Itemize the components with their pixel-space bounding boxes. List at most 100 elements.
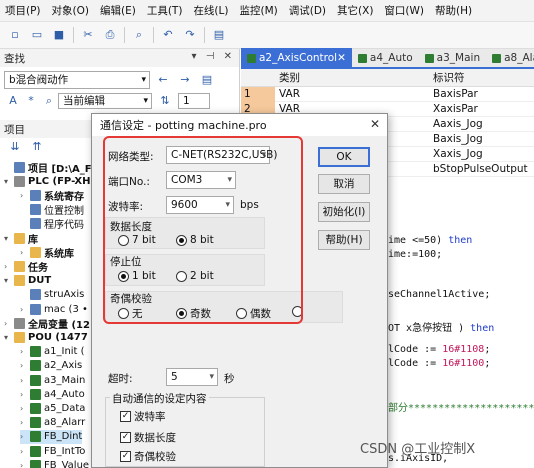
tree-item[interactable]: ▾ PLC (FP-XH (4, 174, 91, 188)
menu-item[interactable]: 编辑(E) (100, 3, 136, 18)
help-button[interactable]: 帮助(H) (318, 230, 370, 250)
tree-item[interactable]: › 系统寄存 (20, 188, 84, 203)
tree-item-label: a1_Init ( (44, 346, 85, 358)
tree-item[interactable]: › a1_Init ( (20, 345, 85, 359)
menu-item[interactable]: 其它(X) (337, 3, 373, 18)
undo-icon[interactable]: ↶ (161, 28, 175, 42)
chevron-down-icon[interactable]: ▾ (4, 177, 14, 186)
dialog-title-bar: 通信设定 - potting machine.pro ✕ (92, 114, 387, 136)
tree-item[interactable]: ▾ DUT (4, 274, 51, 288)
table-row[interactable]: 1 VAR BaxisPar (241, 86, 534, 102)
chevron-down-icon[interactable]: ▾ (143, 94, 148, 108)
print-icon[interactable]: ⎙ (103, 28, 117, 42)
chevron-right-icon[interactable]: › (20, 347, 30, 356)
tree-collapse-icon[interactable]: ⇈ (30, 140, 44, 154)
tree-item[interactable]: ▾ 库 (4, 231, 38, 246)
chevron-right-icon[interactable]: › (20, 447, 30, 456)
table-cell: Xaxis_Jog (433, 148, 483, 160)
new-icon[interactable]: ▫ (8, 28, 22, 42)
find-count-field[interactable]: 1 (178, 93, 210, 109)
chevron-right-icon[interactable]: › (20, 390, 30, 399)
chevron-right-icon[interactable]: › (20, 404, 30, 413)
pou-icon (30, 346, 41, 358)
tree-item[interactable]: ▾ POU (1477 (4, 330, 88, 344)
save-icon[interactable]: ■ (52, 28, 66, 42)
editor-tab[interactable]: a3_Main (419, 48, 486, 68)
cut-icon[interactable]: ✂ (81, 28, 95, 42)
menu-item[interactable]: 工具(T) (147, 3, 183, 18)
ok-button[interactable]: OK (318, 147, 370, 167)
editor-tab[interactable]: a4_Auto (352, 48, 419, 68)
regex-icon[interactable]: * (24, 94, 38, 108)
close-icon[interactable]: ✕ (370, 117, 380, 131)
timeout-select[interactable]: 5 ▾ (166, 368, 218, 386)
cancel-button[interactable]: 取消 (318, 174, 370, 194)
tree-item[interactable]: struAxis (20, 288, 84, 302)
tree-item-label: a3_Main (44, 374, 86, 386)
chevron-right-icon[interactable]: › (20, 248, 30, 257)
menu-item[interactable]: 监控(M) (239, 3, 277, 18)
chevron-right-icon[interactable]: › (20, 418, 30, 427)
pane-pin-close-icons[interactable]: ▾ ⊣ ✕ (192, 51, 235, 62)
find-next-icon[interactable]: → (178, 73, 192, 87)
chevron-right-icon[interactable]: › (4, 262, 14, 271)
chevron-right-icon[interactable]: › (4, 319, 14, 328)
auto-data-length-checkbox[interactable]: ✓ 数据长度 (120, 430, 176, 445)
chevron-right-icon[interactable]: › (20, 432, 30, 441)
editor-tab[interactable]: a2_AxisControl ✕ (241, 48, 352, 68)
menu-item[interactable]: 在线(L) (193, 3, 228, 18)
find-search-input[interactable]: b混合阀动作 ▾ (4, 71, 150, 89)
chevron-down-icon[interactable]: ▾ (141, 72, 146, 88)
pou-icon (357, 53, 367, 63)
menu-item[interactable]: 窗口(W) (384, 3, 424, 18)
menu-item[interactable]: 调试(D) (289, 3, 326, 18)
tree-item[interactable]: › FB_Value (20, 458, 89, 468)
tree-item[interactable]: › mac (3 • (20, 302, 88, 316)
chevron-right-icon[interactable]: › (20, 191, 30, 200)
tree-item[interactable]: › a5_Data (20, 401, 85, 415)
chevron-right-icon[interactable]: › (20, 305, 30, 314)
compile-icon[interactable]: ▤ (212, 28, 226, 42)
chevron-right-icon[interactable]: › (20, 361, 30, 370)
tree-expand-icon[interactable]: ⇊ (8, 140, 22, 154)
chevron-down-icon[interactable]: ▾ (4, 276, 14, 285)
tree-item[interactable]: › a3_Main (20, 373, 85, 387)
replace-icon[interactable]: ⌕ (42, 94, 56, 108)
tree-item[interactable]: › a4_Auto (20, 387, 85, 401)
find-previous-icon[interactable]: ← (156, 73, 170, 87)
tree-item[interactable]: › a2_Axis (20, 359, 82, 373)
search-icon[interactable]: ⌕ (132, 28, 146, 42)
chevron-down-icon[interactable]: ▾ (4, 234, 14, 243)
chevron-right-icon[interactable]: › (20, 461, 30, 468)
sort-icon[interactable]: ⇅ (158, 94, 172, 108)
tree-item[interactable]: › 全局变量 (12 (4, 316, 90, 331)
auto-parity-checkbox[interactable]: ✓ 奇偶校验 (120, 449, 176, 464)
tree-item[interactable]: › 任务 (4, 259, 48, 274)
find-search-row: b混合阀动作 ▾ ← → ▤ (4, 71, 236, 89)
chevron-down-icon: ▾ (209, 372, 214, 382)
code-line: OT x急停按钮 ) then (388, 323, 495, 334)
auto-baud-checkbox[interactable]: ✓ 波特率 (120, 409, 166, 424)
tree-item[interactable]: 位置控制 (20, 203, 84, 217)
chevron-down-icon[interactable]: ▾ (4, 333, 14, 342)
open-icon[interactable]: ▭ (30, 28, 44, 42)
initialize-button[interactable]: 初始化(I) (318, 202, 370, 222)
tree-item[interactable]: › FB_Dint (20, 429, 83, 444)
close-tab-icon[interactable]: ✕ (337, 52, 346, 64)
table-cell: VAR (279, 88, 300, 100)
tree-item[interactable]: › a8_Alarr (20, 416, 85, 430)
case-icon[interactable]: A (6, 94, 20, 108)
chevron-right-icon[interactable]: › (20, 376, 30, 385)
tree-item[interactable]: 程序代码 (20, 217, 84, 231)
redo-icon[interactable]: ↷ (183, 28, 197, 42)
find-options-icon[interactable]: ▤ (200, 73, 214, 87)
find-scope-select[interactable]: 当前编辑 ▾ (58, 93, 152, 109)
toolbar-divider (73, 27, 74, 43)
menu-item[interactable]: 对象(O) (52, 3, 89, 18)
tree-item[interactable]: › FB_IntTo (20, 444, 85, 458)
menu-item[interactable]: 帮助(H) (435, 3, 472, 18)
menu-item[interactable]: 项目(P) (5, 3, 41, 18)
code-line: 部分********************* (388, 403, 534, 414)
editor-tab[interactable]: a8_Ala (486, 48, 534, 68)
tree-item[interactable]: › 系统库 (20, 245, 74, 260)
